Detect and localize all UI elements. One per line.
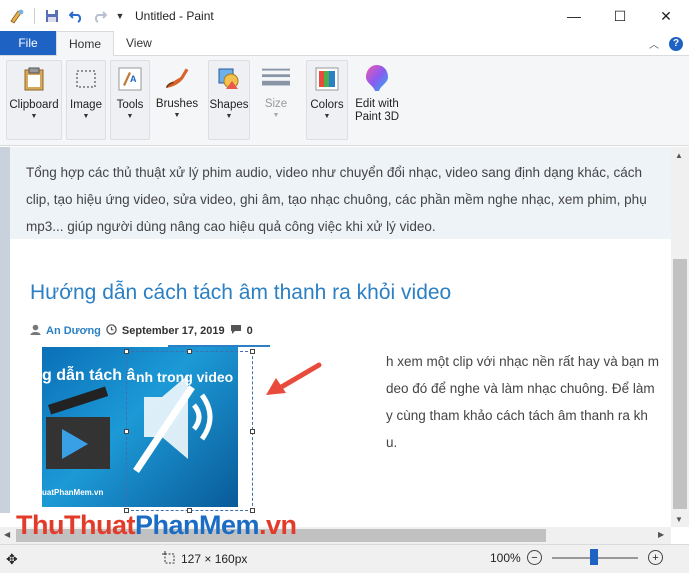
colors-label: Colors	[310, 99, 344, 111]
zoom-slider-thumb[interactable]	[590, 549, 598, 565]
article-meta: An Dương September 17, 2019 0	[30, 324, 253, 338]
brushes-label: Brushes	[155, 98, 199, 110]
vertical-scrollbar[interactable]: ▲ ▼	[671, 147, 689, 527]
clock-icon	[106, 324, 117, 338]
paint3d-label: Edit with Paint 3D	[354, 98, 400, 123]
quick-access-toolbar: ▼	[0, 7, 125, 25]
size-group[interactable]: Size ▼	[256, 60, 296, 140]
chevron-down-icon: ▼	[173, 112, 181, 119]
undo-icon[interactable]	[67, 7, 85, 25]
chevron-down-icon: ▼	[225, 113, 233, 120]
excerpt-line: h xem một clip với nhạc nền rất hay và b…	[386, 354, 659, 369]
excerpt-line: y cùng tham khảo cách tách âm thanh ra k…	[386, 408, 648, 423]
article-excerpt: h xem một clip với nhạc nền rất hay và b…	[386, 348, 659, 456]
scroll-right-icon[interactable]: ▶	[658, 530, 664, 539]
article-author: An Dương	[46, 325, 101, 337]
desc-line: mp3... giúp người dùng nâng cao hiệu quả…	[26, 219, 436, 234]
user-icon	[30, 324, 41, 338]
comment-icon	[230, 324, 242, 338]
image-label: Image	[70, 99, 102, 111]
tab-view[interactable]: View	[114, 31, 164, 55]
selection-box[interactable]	[126, 351, 253, 511]
ribbon-tabs: File Home View ︿ ?	[0, 31, 689, 56]
tab-file[interactable]: File	[0, 31, 56, 55]
divider	[34, 8, 35, 24]
redo-icon[interactable]	[91, 7, 109, 25]
move-cursor-icon: ✥	[6, 551, 18, 567]
zoom-out-button[interactable]: −	[527, 550, 542, 565]
tools-icon: A	[116, 65, 144, 93]
scroll-up-icon[interactable]: ▲	[675, 151, 683, 160]
colors-icon	[313, 65, 341, 93]
brush-icon	[163, 64, 191, 92]
shapes-icon	[215, 65, 243, 93]
tab-home[interactable]: Home	[56, 31, 115, 56]
size-label: Size	[264, 98, 288, 110]
resize-handle[interactable]	[187, 349, 192, 354]
scroll-left-icon[interactable]: ◀	[4, 530, 10, 539]
colors-group[interactable]: Colors ▼	[306, 60, 348, 140]
tools-label: Tools	[116, 99, 144, 111]
clipboard-icon	[20, 65, 48, 93]
chevron-down-icon: ▼	[272, 112, 280, 119]
clipboard-label: Clipboard	[9, 99, 59, 111]
comment-count: 0	[246, 325, 253, 337]
excerpt-line: deo đó để nghe và làm nhạc chuông. Để là…	[386, 381, 655, 396]
status-bar: ✥ 127 × 160px 100% − +	[0, 544, 689, 573]
window-controls: — ☐ ✕	[551, 0, 689, 32]
brand-watermark: ThuThuatPhanMem.vn	[16, 510, 297, 540]
scroll-thumb[interactable]	[673, 259, 687, 509]
zoom-level: 100%	[490, 551, 521, 565]
shapes-label: Shapes	[209, 99, 249, 111]
desc-line: clip, tạo hiệu ứng video, sửa video, ghi…	[26, 192, 647, 207]
resize-handle[interactable]	[124, 429, 129, 434]
selection-size-value: 127 × 160px	[181, 552, 248, 566]
chevron-down-icon: ▼	[323, 113, 331, 120]
maximize-button[interactable]: ☐	[597, 0, 643, 32]
minimize-button[interactable]: —	[551, 0, 597, 32]
title-bar: ▼ Untitled - Paint — ☐ ✕	[0, 0, 689, 32]
chevron-down-icon: ▼	[126, 113, 134, 120]
resize-handle[interactable]	[250, 349, 255, 354]
resize-handle[interactable]	[250, 429, 255, 434]
select-icon	[72, 65, 100, 93]
paint3d-icon	[363, 64, 391, 92]
selection-size-icon	[162, 551, 175, 567]
resize-handle[interactable]	[124, 349, 129, 354]
canvas-image[interactable]: Tổng hợp các thủ thuật xử lý phim audio,…	[10, 147, 671, 513]
edit-paint3d-button[interactable]: Edit with Paint 3D	[350, 60, 404, 140]
article-date: September 17, 2019	[121, 325, 225, 337]
selection-size: 127 × 160px	[162, 551, 247, 567]
close-button[interactable]: ✕	[643, 0, 689, 32]
image-group[interactable]: Image ▼	[66, 60, 106, 140]
tools-group[interactable]: A Tools ▼	[110, 60, 150, 140]
scroll-down-icon[interactable]: ▼	[675, 515, 683, 524]
clipboard-group[interactable]: Clipboard ▼	[6, 60, 62, 140]
window-title: Untitled - Paint	[135, 9, 214, 23]
ribbon-right-controls: ︿ ?	[649, 36, 683, 51]
size-icon	[262, 64, 290, 92]
red-arrow-icon	[266, 362, 322, 395]
article-title: Hướng dẫn cách tách âm thanh ra khỏi vid…	[30, 281, 452, 304]
thumb-watermark: uatPhanMem.vn	[42, 488, 104, 497]
paint-app-icon[interactable]	[8, 7, 26, 25]
save-icon[interactable]	[43, 7, 61, 25]
chevron-down-icon: ▼	[30, 113, 38, 120]
svg-text:A: A	[130, 74, 137, 84]
customize-dropdown-icon[interactable]: ▼	[115, 7, 125, 25]
brushes-group[interactable]: Brushes ▼	[154, 60, 200, 140]
excerpt-line: u.	[386, 435, 398, 450]
category-description: Tổng hợp các thủ thuật xử lý phim audio,…	[26, 159, 671, 240]
collapse-ribbon-icon[interactable]: ︿	[649, 36, 659, 51]
ribbon: Clipboard ▼ Image ▼ A Tools ▼ Brushes ▼ …	[0, 56, 689, 146]
chevron-down-icon: ▼	[82, 113, 90, 120]
desc-line: Tổng hợp các thủ thuật xử lý phim audio,…	[26, 165, 643, 180]
zoom-in-button[interactable]: +	[648, 550, 663, 565]
shapes-group[interactable]: Shapes ▼	[208, 60, 250, 140]
help-icon[interactable]: ?	[669, 36, 683, 51]
